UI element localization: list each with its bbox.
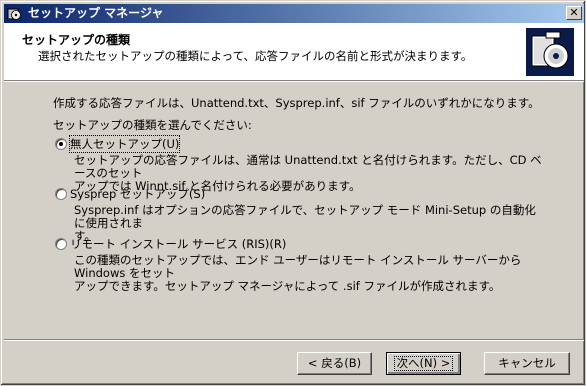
radio-sysprep[interactable] <box>55 188 67 200</box>
box-cd-icon <box>526 28 574 76</box>
footer-divider-highlight <box>4 340 584 341</box>
page-title: セットアップの種類 <box>22 33 131 47</box>
window-title: セットアップ マネージャ <box>28 6 164 20</box>
title-bar[interactable]: セットアップ マネージャ ✕ <box>4 4 584 23</box>
radio-ris[interactable] <box>55 238 67 250</box>
intro-text: 作成する応答ファイルは、Unattend.txt、Sysprep.inf、sif… <box>53 96 540 110</box>
option-unattended-label[interactable]: 無人セットアップ(U) <box>68 135 181 153</box>
next-button[interactable]: 次へ(N) > <box>386 352 461 375</box>
page-subtitle: 選択されたセットアップの種類によって、応答ファイルの名前と形式が決まります。 <box>38 49 473 63</box>
next-button-label: 次へ(N) > <box>393 356 454 371</box>
option-ris-desc-line2: アップできます。セットアップ マネージャによって .sif ファイルが作成されま… <box>74 279 501 293</box>
cancel-button-label: キャンセル <box>498 356 556 370</box>
option-sysprep-desc-line1: Sysprep.inf はオプションの応答ファイルで、セットアップ モード Mi… <box>74 203 536 230</box>
close-button[interactable]: ✕ <box>566 6 582 20</box>
cancel-button[interactable]: キャンセル <box>484 352 570 375</box>
option-sysprep-label[interactable]: Sysprep セットアップ(S) <box>70 186 205 202</box>
option-ris-desc-line1: この種類のセットアップでは、エンド ユーザーはリモート インストール サーバーか… <box>74 253 522 280</box>
back-button-label: < 戻る(B) <box>307 356 362 370</box>
back-button[interactable]: < 戻る(B) <box>297 352 372 375</box>
wizard-header: セットアップの種類 選択されたセットアップの種類によって、応答ファイルの名前と形… <box>4 23 584 81</box>
option-unattended-desc-line1: セットアップの応答ファイルは、通常は Unattend.txt と名付けられます… <box>74 153 542 180</box>
setup-manager-window: セットアップ マネージャ ✕ セットアップの種類 選択されたセットアップの種類に… <box>0 0 586 386</box>
close-icon: ✕ <box>569 6 579 19</box>
header-divider <box>4 81 584 82</box>
option-ris-desc: この種類のセットアップでは、エンド ユーザーはリモート インストール サーバーか… <box>74 254 544 293</box>
radio-unattended[interactable] <box>55 138 67 150</box>
setup-manager-icon <box>7 8 21 20</box>
option-ris-label[interactable]: リモート インストール サービス (RIS)(R) <box>70 236 286 252</box>
prompt-text: セットアップの種類を選んでください: <box>53 118 252 132</box>
